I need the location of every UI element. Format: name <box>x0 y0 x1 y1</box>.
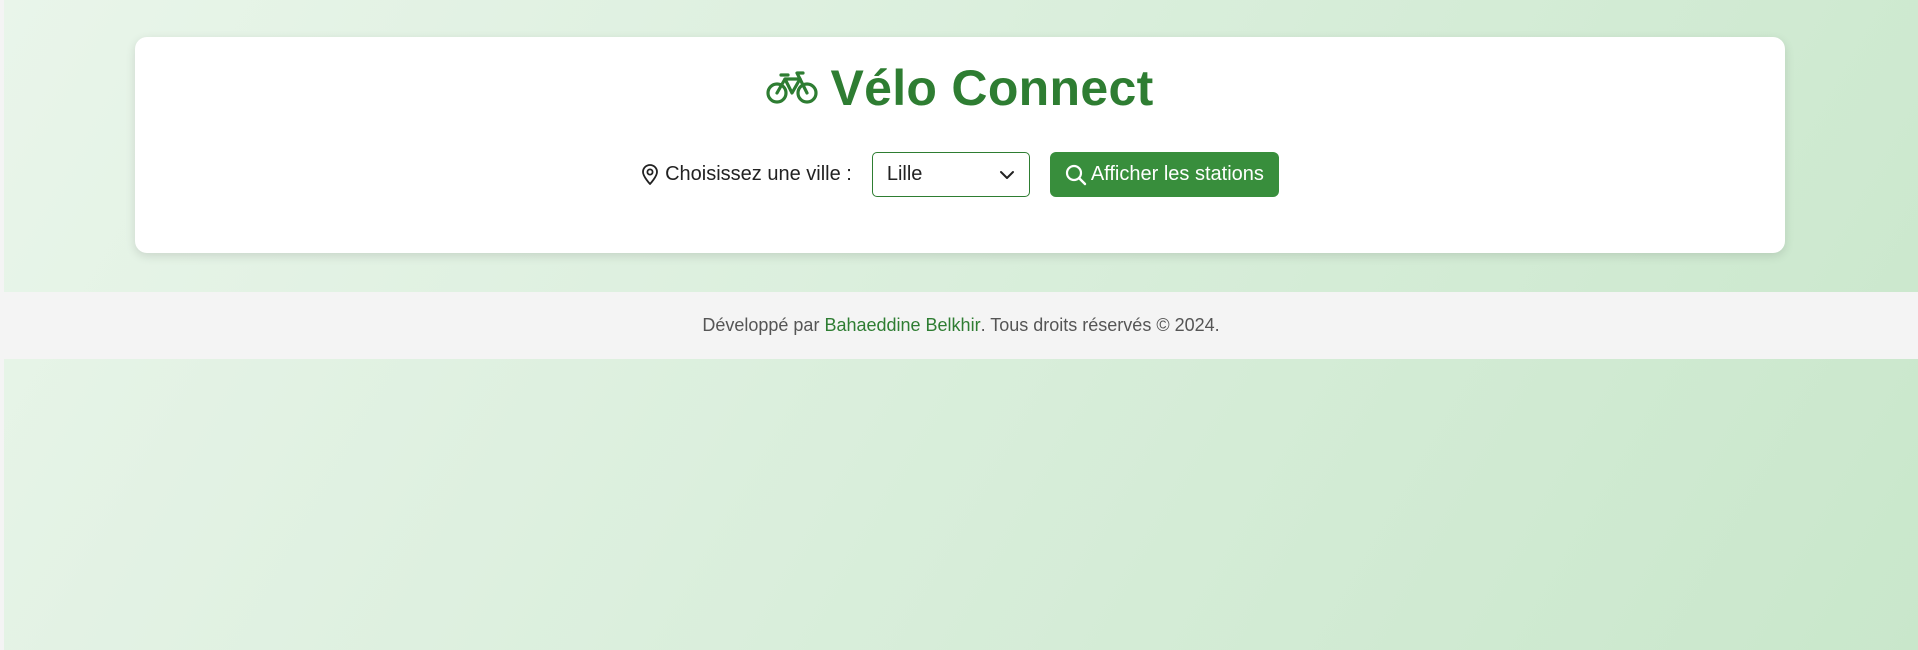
chevron-down-icon <box>999 170 1015 180</box>
search-icon <box>1065 164 1087 186</box>
city-label-text: Choisissez une ville : <box>665 163 852 185</box>
city-select[interactable]: Lille <box>871 152 1030 197</box>
app-title: Vélo Connect <box>830 60 1154 116</box>
author-link[interactable]: Bahaeddine Belkhir <box>824 315 980 336</box>
selected-city: Lille <box>886 163 923 185</box>
footer: Développé par Bahaeddine Belkhir. Tous d… <box>4 292 1918 359</box>
show-stations-label: Afficher les stations <box>1090 163 1264 185</box>
title-row: Vélo Connect <box>135 59 1785 117</box>
footer-prefix: Développé par <box>702 315 825 335</box>
footer-suffix: . Tous droits réservés © 2024. <box>980 315 1220 335</box>
map-pin-icon <box>641 163 659 186</box>
bicycle-icon <box>766 71 819 105</box>
header-card: Vélo Connect Choisissez une ville : Lill… <box>135 37 1785 253</box>
city-label: Choisissez une ville : <box>641 163 852 186</box>
show-stations-button[interactable]: Afficher les stations <box>1049 152 1279 197</box>
city-controls: Choisissez une ville : Lille Afficher le… <box>135 152 1785 197</box>
